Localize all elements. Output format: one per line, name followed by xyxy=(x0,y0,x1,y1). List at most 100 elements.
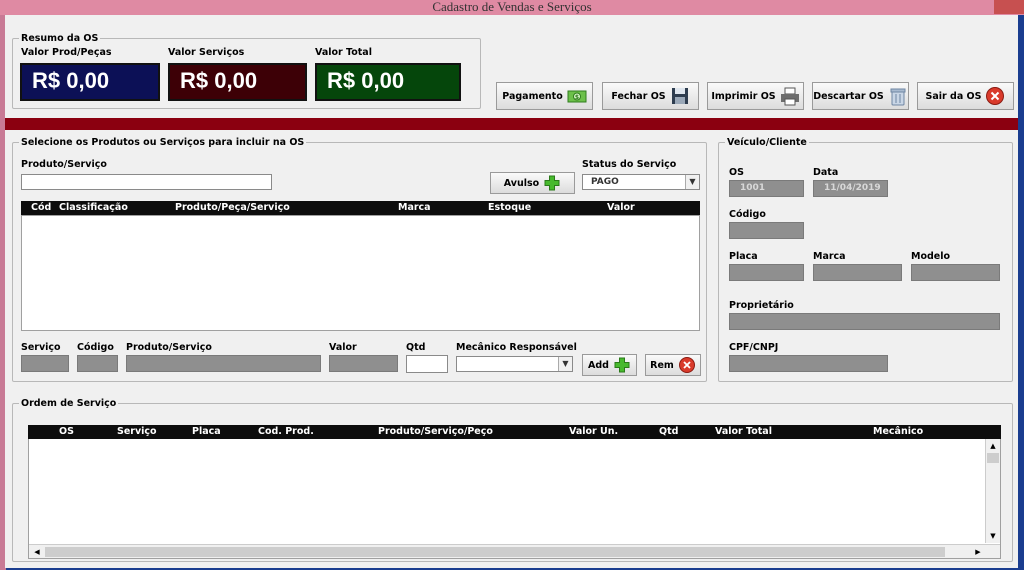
col-valor: Valor xyxy=(607,202,635,213)
valor-total-display: R$ 0,00 xyxy=(315,63,461,101)
valor-servicos-display: R$ 0,00 xyxy=(168,63,307,101)
scroll-up-arrow-icon[interactable]: ▲ xyxy=(987,440,999,452)
col-os: OS xyxy=(59,426,74,437)
data-label: Data xyxy=(813,167,839,178)
remove-circle-icon xyxy=(678,356,696,374)
money-icon: $ xyxy=(567,86,587,106)
produtos-grid-header: Cód Classificação Produto/Peça/Serviço M… xyxy=(21,201,700,215)
plus-icon xyxy=(613,356,631,374)
window-titlebar[interactable]: Cadastro de Vendas e Serviços xyxy=(0,0,1024,15)
col-produto-servico: Produto/Serviço/Peço xyxy=(378,426,493,437)
col-servico: Serviço xyxy=(117,426,157,437)
mecanico-label: Mecânico Responsável xyxy=(456,342,577,353)
produto-search-input[interactable] xyxy=(21,174,272,190)
window-close-button[interactable] xyxy=(994,0,1024,14)
main-window: Resumo da OS Valor Prod/Peças R$ 0,00 Va… xyxy=(5,15,1018,568)
qtd-label: Qtd xyxy=(406,342,426,353)
scroll-right-arrow-icon[interactable]: ▶ xyxy=(972,546,984,558)
ordem-grid-header: OS Serviço Placa Cod. Prod. Produto/Serv… xyxy=(28,425,1001,439)
add-item-button[interactable]: Add xyxy=(582,354,637,376)
window-title: Cadastro de Vendas e Serviços xyxy=(432,0,592,14)
ordem-grid[interactable]: ▲ ▼ ◀ ▶ xyxy=(28,439,1001,559)
marca-label: Marca xyxy=(813,251,846,262)
cpf-cnpj-label: CPF/CNPJ xyxy=(729,342,779,353)
col-classificacao: Classificação xyxy=(59,202,128,213)
resumo-legend: Resumo da OS xyxy=(21,33,99,44)
produtos-grid[interactable] xyxy=(21,215,700,331)
status-servico-select[interactable]: PAGO ▼ xyxy=(582,174,700,190)
fechar-os-button[interactable]: Fechar OS xyxy=(602,82,699,110)
cliente-codigo-label: Código xyxy=(729,209,766,220)
modelo-label: Modelo xyxy=(911,251,951,262)
scroll-down-arrow-icon[interactable]: ▼ xyxy=(987,530,999,542)
status-servico-value: PAGO xyxy=(591,177,619,187)
pagamento-button[interactable]: Pagamento $ xyxy=(496,82,593,110)
chevron-down-icon[interactable]: ▼ xyxy=(558,357,572,371)
add-label: Add xyxy=(588,359,609,371)
servico-field xyxy=(21,355,69,372)
codigo-field xyxy=(77,355,118,372)
ordem-vertical-scrollbar[interactable]: ▲ ▼ xyxy=(985,439,1000,543)
veiculo-legend: Veículo/Cliente xyxy=(727,137,807,148)
valor-label: Valor xyxy=(329,342,357,353)
trash-icon xyxy=(888,86,908,106)
fechar-os-label: Fechar OS xyxy=(611,90,666,102)
col-qtd: Qtd xyxy=(659,426,679,437)
modelo-field xyxy=(911,264,1000,281)
codigo-label: Código xyxy=(77,342,114,353)
placa-label: Placa xyxy=(729,251,758,262)
data-field: 11/04/2019 xyxy=(813,180,888,197)
col-cod-prod: Cod. Prod. xyxy=(258,426,314,437)
mecanico-select[interactable]: ▼ xyxy=(456,356,573,372)
item-produto-label: Produto/Serviço xyxy=(126,342,212,353)
descartar-os-button[interactable]: Descartar OS xyxy=(812,82,909,110)
scroll-h-thumb[interactable] xyxy=(45,547,945,557)
proprietario-field xyxy=(729,313,1000,330)
descartar-os-label: Descartar OS xyxy=(813,90,884,102)
col-marca: Marca xyxy=(398,202,431,213)
proprietario-label: Proprietário xyxy=(729,300,794,311)
ordem-legend: Ordem de Serviço xyxy=(21,398,117,409)
ordem-horizontal-scrollbar[interactable]: ◀ ▶ xyxy=(29,544,1000,558)
marca-field xyxy=(813,264,902,281)
avulso-label: Avulso xyxy=(503,177,540,189)
sair-os-label: Sair da OS xyxy=(925,90,982,102)
imprimir-os-button[interactable]: Imprimir OS xyxy=(707,82,804,110)
pagamento-label: Pagamento xyxy=(502,90,563,102)
os-label: OS xyxy=(729,167,744,178)
scroll-thumb[interactable] xyxy=(987,453,999,463)
save-disk-icon xyxy=(670,86,690,106)
printer-icon xyxy=(780,86,800,106)
imprimir-os-label: Imprimir OS xyxy=(711,90,776,102)
scroll-left-arrow-icon[interactable]: ◀ xyxy=(31,546,43,558)
col-valor-total: Valor Total xyxy=(715,426,772,437)
status-servico-label: Status do Serviço xyxy=(582,159,677,170)
qtd-input[interactable] xyxy=(406,355,448,373)
col-valor-un: Valor Un. xyxy=(569,426,619,437)
valor-total-label: Valor Total xyxy=(315,47,372,58)
valor-prod-display: R$ 0,00 xyxy=(20,63,160,101)
avulso-button[interactable]: Avulso xyxy=(490,172,575,194)
valor-field xyxy=(329,355,398,372)
valor-prod-label: Valor Prod/Peças xyxy=(21,47,112,58)
col-placa: Placa xyxy=(192,426,221,437)
item-produto-field xyxy=(126,355,321,372)
svg-text:$: $ xyxy=(575,94,579,101)
servico-label: Serviço xyxy=(21,342,61,353)
cpf-cnpj-field xyxy=(729,355,888,372)
rem-item-button[interactable]: Rem xyxy=(645,354,701,376)
separator-bar xyxy=(5,118,1018,130)
valor-servicos-label: Valor Serviços xyxy=(168,47,245,58)
os-field: 1001 xyxy=(729,180,804,197)
col-produto: Produto/Peça/Serviço xyxy=(175,202,290,213)
produtos-legend: Selecione os Produtos ou Serviços para i… xyxy=(21,137,305,148)
placa-field xyxy=(729,264,804,281)
close-circle-icon xyxy=(985,86,1005,106)
col-estoque: Estoque xyxy=(488,202,532,213)
cliente-codigo-field xyxy=(729,222,804,239)
chevron-down-icon[interactable]: ▼ xyxy=(685,175,699,189)
produto-search-label: Produto/Serviço xyxy=(21,159,107,170)
sair-os-button[interactable]: Sair da OS xyxy=(917,82,1014,110)
col-cod: Cód xyxy=(31,202,52,213)
rem-label: Rem xyxy=(650,359,674,371)
